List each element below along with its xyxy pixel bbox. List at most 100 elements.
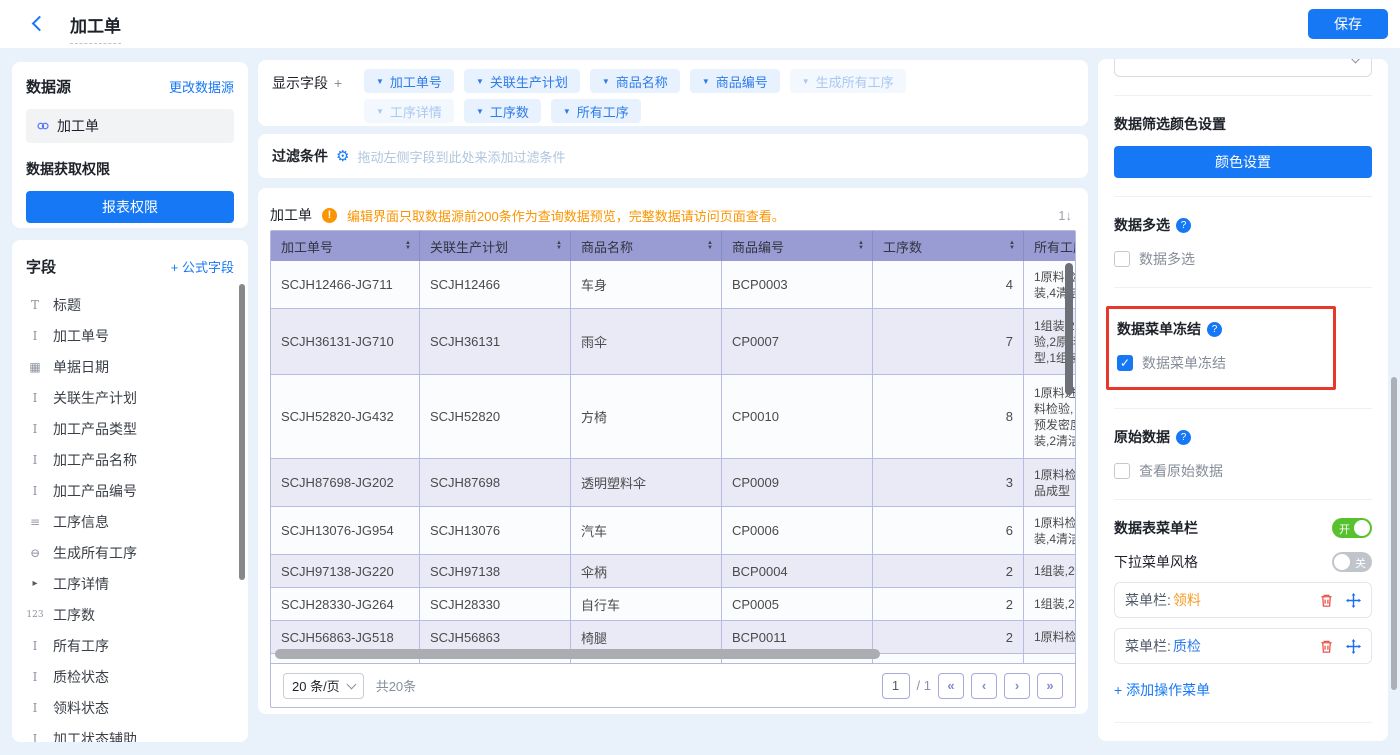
chevron-down-icon [1351, 59, 1361, 63]
table-horizontal-scrollbar[interactable] [275, 649, 880, 659]
table-row[interactable]: SCJH36131-JG710SCJH36131雨伞CP000771组装,2 验… [271, 309, 1075, 375]
raw-data-checkbox[interactable] [1114, 463, 1130, 479]
next-page-button[interactable]: › [1004, 673, 1030, 699]
delete-icon[interactable] [1319, 593, 1334, 608]
cell: SCJH52820-JG432 [271, 375, 420, 459]
preview-title: 加工单 [270, 205, 312, 225]
table-row[interactable]: SCJH13076-JG954SCJH13076汽车CP000661原料检 装,… [271, 507, 1075, 555]
multi-select-heading: 数据多选 [1114, 215, 1170, 235]
chip-product-code[interactable]: ▼商品编号 [690, 69, 780, 93]
field-item-procedure-info[interactable]: ≡工序信息 [26, 506, 234, 537]
field-item-material-status[interactable]: I领料状态 [26, 692, 234, 723]
truncated-select[interactable] [1114, 59, 1372, 77]
field-label: 加工产品编号 [53, 481, 137, 501]
field-item-procedure-detail[interactable]: ▸工序详情 [26, 568, 234, 599]
field-item-all-procedures[interactable]: I所有工序 [26, 630, 234, 661]
help-icon[interactable]: ? [1207, 322, 1222, 337]
column-header-product-code[interactable]: 商品编号▲▼ [722, 231, 873, 261]
move-icon[interactable] [1346, 639, 1361, 654]
filter-panel: 过滤条件 ⚙ 拖动左侧字段到此处来添加过滤条件 [258, 134, 1088, 178]
datasource-item[interactable]: 加工单 [26, 109, 234, 143]
switch-icon: ⊖ [26, 546, 44, 560]
menubar-item-qc: 菜单栏: 质检 [1114, 628, 1372, 664]
chip-linked-plan[interactable]: ▼关联生产计划 [464, 69, 580, 93]
chip-product-name[interactable]: ▼商品名称 [590, 69, 680, 93]
sort-order-icon[interactable]: 1↓ [1058, 208, 1076, 223]
chip-order-no[interactable]: ▼加工单号 [364, 69, 454, 93]
add-display-field-button[interactable]: + [334, 75, 342, 91]
field-item-doc-date[interactable]: ▦单据日期 [26, 351, 234, 382]
gear-icon[interactable]: ⚙ [336, 147, 349, 165]
save-button[interactable]: 保存 [1308, 9, 1388, 39]
help-icon[interactable]: ? [1176, 218, 1191, 233]
field-item-qc-status[interactable]: I质检状态 [26, 661, 234, 692]
page-size-select[interactable]: 20 条/页 [283, 673, 364, 699]
cell: SCJH28330 [420, 588, 571, 621]
field-item-order-no[interactable]: I 加工单号 [26, 320, 234, 351]
field-item-linked-plan[interactable]: I关联生产计划 [26, 382, 234, 413]
dropdown-style-toggle[interactable]: 关 [1332, 552, 1372, 572]
chevron-down-icon: ▼ [563, 107, 571, 116]
text-icon: I [26, 329, 44, 343]
filter-dropzone[interactable]: 拖动左侧字段到此处来添加过滤条件 [357, 147, 565, 166]
field-item-product-type[interactable]: I加工产品类型 [26, 413, 234, 444]
column-header-order-no[interactable]: 加工单号▲▼ [271, 231, 420, 261]
display-fields-panel: 显示字段+ ▼加工单号 ▼关联生产计划 ▼商品名称 ▼商品编号 ▼生成所有工序 … [258, 60, 1088, 126]
text-icon: I [26, 484, 44, 498]
table-row[interactable]: SCJH28330-JG264SCJH28330自行车CP000521组装,2 [271, 588, 1075, 621]
column-header-all-procedures[interactable]: 所有工序 [1024, 231, 1075, 261]
table-icon: ≡ [26, 515, 44, 529]
menubar-item-value: 质检 [1173, 636, 1201, 656]
color-setting-button[interactable]: 颜色设置 [1114, 146, 1372, 178]
change-datasource-link[interactable]: 更改数据源 [169, 77, 234, 96]
table-menubar-toggle[interactable]: 开 [1332, 518, 1372, 538]
field-item-product-code[interactable]: I 加工产品编号 [26, 475, 234, 506]
cell: SCJH87698-JG202 [271, 459, 420, 507]
cell: SCJH36131 [420, 309, 571, 375]
table-row[interactable]: SCJH52820-JG432SCJH52820方椅CP001081原料进 料检… [271, 375, 1075, 459]
move-icon[interactable] [1346, 593, 1361, 608]
field-item-title[interactable]: T标题 [26, 289, 234, 320]
field-item-product-name[interactable]: I加工产品名称 [26, 444, 234, 475]
raw-data-checkbox-row[interactable]: 查看原始数据 [1114, 461, 1372, 481]
table-row[interactable]: SCJH87698-JG202SCJH87698透明塑料伞CP000931原料检… [271, 459, 1075, 507]
page-scrollbar[interactable] [1391, 377, 1397, 690]
prev-page-button[interactable]: ‹ [971, 673, 997, 699]
settings-panel: 数据筛选颜色设置 颜色设置 数据多选? 数据多选 数据菜单冻结? ✓ 数据菜单冻… [1098, 59, 1388, 741]
add-formula-field-link[interactable]: + 公式字段 [171, 257, 234, 276]
delete-icon[interactable] [1319, 639, 1334, 654]
field-item-gen-all-procedures[interactable]: ⊖生成所有工序 [26, 537, 234, 568]
back-icon[interactable] [28, 14, 48, 34]
help-icon[interactable]: ? [1176, 430, 1191, 445]
add-action-menu-link[interactable]: + 添加操作菜单 [1114, 680, 1372, 700]
column-header-product-name[interactable]: 商品名称▲▼ [571, 231, 722, 261]
page-number-input[interactable] [882, 673, 910, 699]
multi-select-checkbox[interactable] [1114, 251, 1130, 267]
table-vertical-scrollbar[interactable] [1065, 263, 1073, 395]
table-row[interactable]: SCJH12466-JG711SCJH12466车身BCP000341原料检 装… [271, 261, 1075, 309]
chip-procedure-detail[interactable]: ▼工序详情 [364, 99, 454, 123]
column-header-linked-plan[interactable]: 关联生产计划▲▼ [420, 231, 571, 261]
chip-gen-all-procedures[interactable]: ▼生成所有工序 [790, 69, 906, 93]
chip-procedure-count[interactable]: ▼工序数 [464, 99, 541, 123]
cell: 1组装,2 [1024, 555, 1075, 588]
multi-select-checkbox-row[interactable]: 数据多选 [1114, 249, 1372, 269]
table-row[interactable]: SCJH97138-JG220SCJH97138伞柄BCP000421组装,2 [271, 555, 1075, 588]
cell: SCJH12466 [420, 261, 571, 309]
cell: 7 [873, 309, 1024, 375]
first-page-button[interactable]: « [938, 673, 964, 699]
freeze-checkbox-row[interactable]: ✓ 数据菜单冻结 [1117, 353, 1323, 373]
page-title: 加工单 [70, 12, 121, 44]
fields-scrollbar[interactable] [239, 284, 245, 580]
freeze-checkbox[interactable]: ✓ [1117, 355, 1133, 371]
field-label: 加工单号 [53, 326, 109, 346]
cell: 6 [873, 507, 1024, 555]
last-page-button[interactable]: » [1037, 673, 1063, 699]
field-item-process-status-aux[interactable]: I加工状态辅助 [26, 723, 234, 742]
field-item-procedure-count[interactable]: 123工序数 [26, 599, 234, 630]
column-header-procedure-count[interactable]: 工序数▲▼ [873, 231, 1024, 261]
report-permission-button[interactable]: 报表权限 [26, 191, 234, 223]
date-icon: ▦ [26, 360, 44, 374]
expand-icon: ▸ [26, 578, 44, 589]
chip-all-procedures[interactable]: ▼所有工序 [551, 99, 641, 123]
